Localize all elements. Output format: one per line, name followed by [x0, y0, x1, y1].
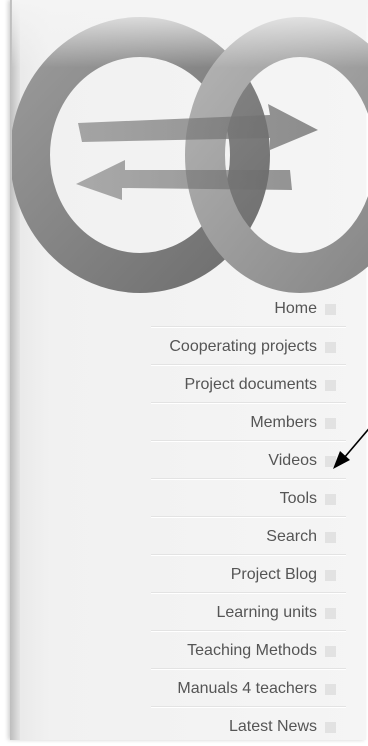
- nav-item-teaching-methods[interactable]: Teaching Methods: [187, 632, 336, 670]
- nav-item-label: Manuals 4 teachers: [177, 680, 317, 697]
- nav-item-label: Search: [266, 528, 317, 545]
- bullet-icon: [325, 303, 336, 315]
- logo: [12, 0, 368, 293]
- bullet-icon: [325, 569, 336, 581]
- bullet-icon: [325, 683, 336, 695]
- bullet-icon: [325, 379, 336, 391]
- bullet-icon: [325, 531, 336, 543]
- nav-item-tools[interactable]: Tools: [280, 480, 336, 518]
- bullet-icon: [325, 607, 336, 619]
- nav-item-label: Teaching Methods: [187, 642, 317, 659]
- nav-item-label: Learning units: [216, 604, 317, 621]
- nav-item-label: Latest News: [228, 718, 317, 735]
- bullet-icon: [325, 721, 336, 733]
- bullet-icon: [325, 493, 336, 505]
- nav-item-label: Home: [274, 300, 317, 317]
- nav-item-latest-news[interactable]: Latest News: [229, 708, 336, 746]
- nav-item-project-blog[interactable]: Project Blog: [231, 556, 336, 594]
- bullet-icon: [325, 455, 336, 467]
- nav-item-project-documents[interactable]: Project documents: [184, 366, 336, 404]
- nav-item-label: Members: [250, 414, 317, 431]
- nav-item-label: Project documents: [184, 376, 317, 393]
- nav-item-learning-units[interactable]: Learning units: [216, 594, 336, 632]
- nav-item-members[interactable]: Members: [250, 404, 336, 442]
- bullet-icon: [325, 341, 336, 353]
- nav-item-label: Cooperating projects: [169, 338, 317, 355]
- nav-item-home[interactable]: Home: [274, 290, 336, 328]
- nav-item-label: Videos: [268, 452, 317, 469]
- nav-item-cooperating-projects[interactable]: Cooperating projects: [169, 328, 336, 366]
- nav-item-label: Project Blog: [230, 566, 317, 583]
- nav-item-videos[interactable]: Videos: [268, 442, 336, 480]
- nav-item-manuals-4-teachers[interactable]: Manuals 4 teachers: [177, 670, 336, 708]
- bullet-icon: [325, 645, 336, 657]
- nav-item-search[interactable]: Search: [266, 518, 336, 556]
- nav-item-label: Tools: [279, 490, 317, 507]
- bullet-icon: [325, 417, 336, 429]
